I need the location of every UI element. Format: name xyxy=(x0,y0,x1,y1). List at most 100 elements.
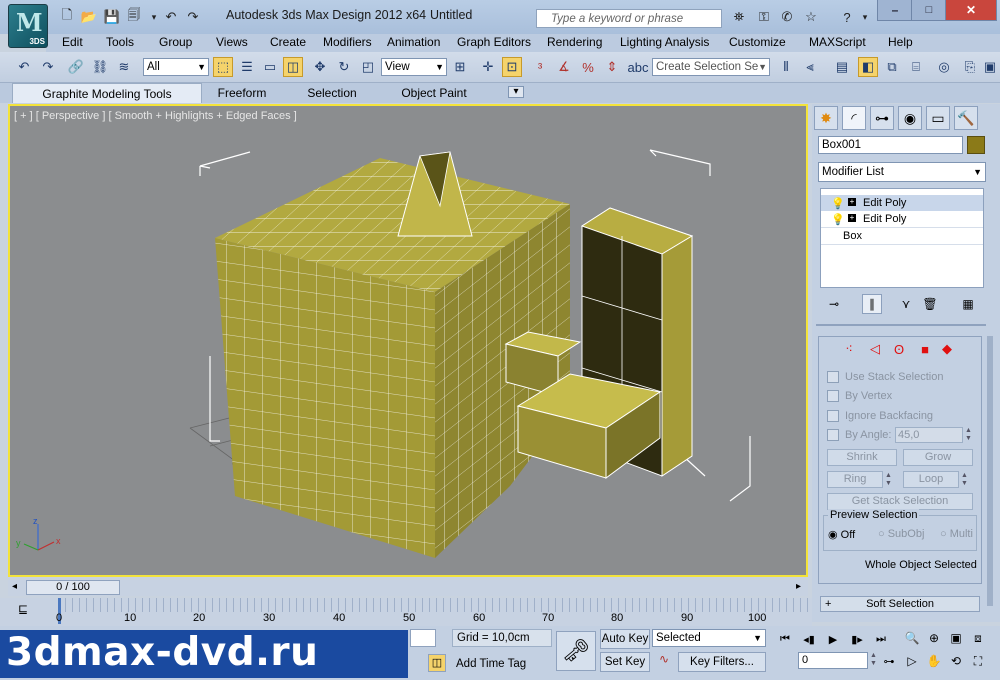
command-panel-scrollbar[interactable] xyxy=(987,336,993,606)
zoom-all-icon[interactable]: ⊕ xyxy=(925,629,943,647)
pivot-center-icon[interactable]: ⊞ xyxy=(450,57,470,77)
edge-subobject-icon[interactable]: ◁ xyxy=(867,341,883,357)
render-setup-icon[interactable]: ⎘ xyxy=(960,57,980,77)
material-editor-icon[interactable]: ◎ xyxy=(934,57,954,77)
stack-item-box[interactable]: Box xyxy=(821,227,983,245)
percent-snap-icon[interactable]: % xyxy=(578,57,598,77)
hierarchy-tab-icon[interactable]: ⊶ xyxy=(870,106,894,130)
project-folder-icon[interactable]: 🗐 xyxy=(125,7,143,25)
select-and-scale-icon[interactable]: ◰ xyxy=(358,57,378,77)
modifier-list-dropdown[interactable]: Modifier List ▼ xyxy=(818,162,986,182)
help-icon[interactable]: ? xyxy=(838,9,856,25)
menu-graph-editors[interactable]: Graph Editors xyxy=(457,35,531,49)
menu-modifiers[interactable]: Modifiers xyxy=(323,35,372,49)
loop-spinner-icon[interactable]: ▲ ▼ xyxy=(961,472,970,488)
keyboard-shortcut-override-icon[interactable]: ⊡ xyxy=(502,57,522,77)
graphite-modeling-toggle-icon[interactable]: ◧ xyxy=(858,57,878,77)
add-time-tag-button[interactable]: Add Time Tag xyxy=(452,655,552,673)
undo-icon[interactable]: ↶ xyxy=(162,9,180,25)
lightbulb-icon[interactable]: 💡 xyxy=(831,196,845,212)
key-mode-toggle-icon[interactable]: ⊶ xyxy=(880,652,898,670)
ignore-backfacing-checkbox[interactable] xyxy=(827,410,839,422)
default-tangent-icon[interactable]: ∿ xyxy=(654,652,674,670)
stack-item-edit-poly-1[interactable]: 💡 + Edit Poly xyxy=(821,195,983,211)
edit-named-selection-icon[interactable]: abc xyxy=(628,57,649,77)
tab-graphite-modeling-tools[interactable]: Graphite Modeling Tools xyxy=(12,83,202,103)
get-stack-selection-button[interactable]: Get Stack Selection xyxy=(827,493,973,510)
border-subobject-icon[interactable]: ʘ xyxy=(891,341,907,357)
spinner-snap-icon[interactable]: ⇕ xyxy=(602,57,622,77)
menu-help[interactable]: Help xyxy=(888,35,913,49)
open-file-icon[interactable]: 📂 xyxy=(80,9,98,25)
zoom-extents-icon[interactable]: ▣ xyxy=(947,629,965,647)
selection-filter-dropdown[interactable]: All ▼ xyxy=(143,58,209,76)
loop-button[interactable]: Loop xyxy=(903,471,959,488)
stack-item-edit-poly-2[interactable]: 💡 + Edit Poly xyxy=(821,211,983,227)
utilities-tab-icon[interactable]: 🔨 xyxy=(954,106,978,130)
go-to-end-icon[interactable]: ⏭ xyxy=(872,630,890,648)
angle-snap-icon[interactable]: ∡ xyxy=(554,57,574,77)
application-menu-button[interactable]: M 3DS xyxy=(8,4,48,48)
by-vertex-checkbox[interactable] xyxy=(827,390,839,402)
maximize-viewport-icon[interactable]: ⛶ xyxy=(969,652,987,670)
search-input[interactable]: Type a keyword or phrase xyxy=(536,9,722,28)
quick-access-dropdown-icon[interactable]: ▾ xyxy=(145,9,163,25)
menu-edit[interactable]: Edit xyxy=(62,35,83,49)
minimize-button[interactable]: – xyxy=(877,0,913,21)
select-and-move-icon[interactable]: ✥ xyxy=(310,57,330,77)
previous-frame-icon[interactable]: ◂▮ xyxy=(800,630,818,648)
rendered-frame-window-icon[interactable]: ▣ xyxy=(980,57,1000,77)
grow-button[interactable]: Grow xyxy=(903,449,973,466)
snaps-toggle-icon[interactable]: ³ xyxy=(530,57,550,77)
preview-off-radio[interactable]: ◉ Off xyxy=(828,528,855,541)
select-and-manipulate-icon[interactable]: ✛ xyxy=(478,57,498,77)
soft-selection-rollout-header[interactable]: + Soft Selection xyxy=(820,596,980,612)
subscription-key-icon[interactable]: ⚿ xyxy=(755,9,773,25)
communication-center-icon[interactable]: ✆ xyxy=(778,9,796,25)
menu-views[interactable]: Views xyxy=(216,35,248,49)
zoom-extents-all-icon[interactable]: ⧈ xyxy=(969,629,987,647)
viewport-label[interactable]: [ + ] [ Perspective ] [ Smooth + Highlig… xyxy=(14,110,297,122)
angle-spinner-arrows-icon[interactable]: ▲ ▼ xyxy=(965,427,974,443)
align-icon[interactable]: ⫷ xyxy=(800,57,820,77)
tab-selection[interactable]: Selection xyxy=(292,83,372,103)
bind-to-space-warp-icon[interactable]: ≋ xyxy=(114,57,134,77)
object-name-field[interactable]: Box001 xyxy=(818,136,963,154)
key-selection-dropdown[interactable]: Selected ▼ xyxy=(652,629,766,647)
ring-spinner-icon[interactable]: ▲ ▼ xyxy=(885,472,894,488)
unlink-selection-icon[interactable]: ⛓ xyxy=(90,57,110,77)
menu-animation[interactable]: Animation xyxy=(387,35,440,49)
maximize-button[interactable]: □ xyxy=(911,0,947,21)
undo-icon[interactable]: ↶ xyxy=(14,57,34,77)
frame-spinner-icon[interactable]: ▲ ▼ xyxy=(870,652,879,669)
track-bar[interactable]: ⊑ 0 10 20 30 40 50 60 70 80 90 100 xyxy=(0,598,812,626)
field-of-view-icon[interactable]: ▷ xyxy=(903,652,921,670)
preview-subobj-radio[interactable]: ○ SubObj xyxy=(878,528,924,540)
modify-tab-icon[interactable]: ◜ xyxy=(842,106,866,130)
angle-spinner-field[interactable]: 45,0 xyxy=(895,427,963,443)
rectangular-selection-icon[interactable]: ▭ xyxy=(260,57,280,77)
preview-multi-radio[interactable]: ○ Multi xyxy=(940,528,973,540)
select-by-name-icon[interactable]: ☰ xyxy=(237,57,257,77)
layer-manager-icon[interactable]: ▤ xyxy=(832,57,852,77)
vertex-subobject-icon[interactable]: ⁖ xyxy=(841,341,857,357)
ring-button[interactable]: Ring xyxy=(827,471,883,488)
schematic-view-icon[interactable]: ⌸ xyxy=(906,57,926,77)
time-slider[interactable]: 0 / 100 ◂ ▸ xyxy=(8,580,808,596)
motion-tab-icon[interactable]: ◉ xyxy=(898,106,922,130)
redo-icon[interactable]: ↷ xyxy=(38,57,58,77)
binoculars-icon[interactable]: ⛯ xyxy=(730,9,748,25)
pan-view-icon[interactable]: ✋ xyxy=(925,652,943,670)
display-tab-icon[interactable]: ▭ xyxy=(926,106,950,130)
show-end-result-icon[interactable]: ∥ xyxy=(862,294,882,314)
element-subobject-icon[interactable]: ◆ xyxy=(939,341,955,357)
lightbulb-icon[interactable]: 💡 xyxy=(831,212,845,228)
make-unique-icon[interactable]: ⋎ xyxy=(896,294,916,314)
mini-curve-editor-icon[interactable]: ⊑ xyxy=(18,602,36,620)
set-key-button[interactable]: Set Key xyxy=(600,652,650,672)
orbit-icon[interactable]: ⟲ xyxy=(947,652,965,670)
close-button[interactable]: ✕ xyxy=(945,0,997,21)
select-and-link-icon[interactable]: 🔗 xyxy=(66,57,86,77)
menu-customize[interactable]: Customize xyxy=(729,35,786,49)
pin-stack-icon[interactable]: ⊸ xyxy=(824,294,844,314)
